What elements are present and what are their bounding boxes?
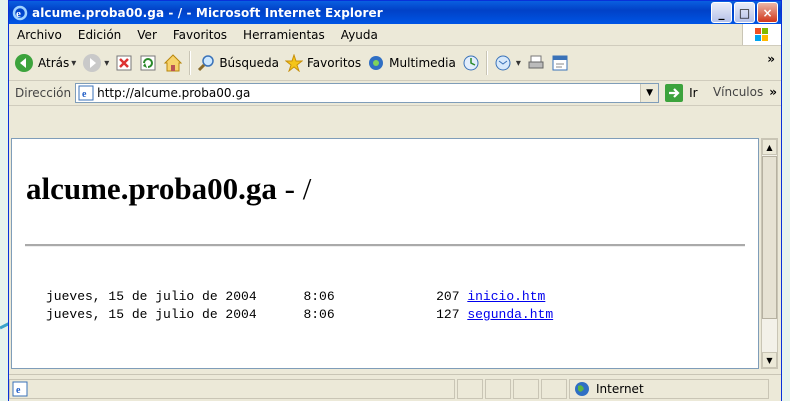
list-item: jueves, 15 de julio de 2004 8:06 207 ini… [46, 289, 553, 307]
svg-text:e: e [82, 89, 87, 100]
maximize-button[interactable]: □ [734, 2, 755, 23]
chevron-down-icon[interactable]: ▾ [516, 58, 521, 69]
search-label: Búsqueda [219, 56, 279, 70]
file-time: 8:06 [303, 307, 335, 322]
refresh-icon [140, 55, 156, 71]
media-label: Multimedia [389, 56, 456, 70]
file-size: 127 [436, 307, 460, 322]
toolbar-separator [485, 51, 488, 75]
print-button[interactable] [524, 48, 548, 78]
menu-herramientas[interactable]: Herramientas [235, 28, 333, 42]
menu-favoritos[interactable]: Favoritos [165, 28, 235, 42]
browser-window: e alcume.proba00.ga - / - Microsoft Inte… [8, 0, 782, 401]
standard-toolbar: Atrás ▾ ▾ Búsqueda Favoritos Multimedia … [9, 46, 781, 81]
home-icon [164, 54, 183, 72]
history-button[interactable] [459, 48, 483, 78]
status-pane [513, 379, 539, 399]
heading-path: - / [276, 171, 312, 206]
back-label: Atrás [38, 56, 70, 70]
forward-button[interactable]: ▾ [79, 48, 112, 78]
address-dropdown-icon[interactable]: ▼ [640, 84, 659, 102]
page-icon: e [78, 85, 94, 101]
toolbar-overflow-button[interactable]: » [767, 52, 775, 66]
page-content: alcume.proba00.ga - / jueves, 15 de juli… [11, 138, 759, 369]
file-date: jueves, 15 de julio de 2004 [46, 307, 257, 322]
svg-text:e: e [16, 8, 21, 20]
links-label: Vínculos [712, 85, 764, 99]
ie-logo-icon: e [12, 5, 28, 20]
status-pane [457, 379, 483, 399]
file-listing: jueves, 15 de julio de 2004 8:06 207 ini… [46, 289, 553, 325]
back-button[interactable]: Atrás ▾ [11, 48, 79, 78]
edit-page-icon [552, 55, 568, 71]
list-item: jueves, 15 de julio de 2004 8:06 127 seg… [46, 307, 553, 325]
stop-icon [116, 55, 132, 71]
forward-arrow-icon [83, 54, 102, 72]
stop-button[interactable] [112, 48, 136, 78]
star-icon [284, 54, 303, 72]
toolbar-separator [189, 51, 192, 75]
go-label: Ir [689, 86, 698, 100]
window-title: alcume.proba00.ga - / - Microsoft Intern… [32, 5, 383, 20]
favorites-label: Favoritos [306, 56, 362, 70]
mail-icon [495, 55, 511, 71]
edit-button[interactable] [548, 48, 572, 78]
menu-ayuda[interactable]: Ayuda [333, 28, 386, 42]
media-icon [369, 56, 384, 70]
menu-ver[interactable]: Ver [129, 28, 165, 42]
minimize-button[interactable]: _ [711, 2, 732, 23]
chevron-down-icon[interactable]: ▾ [104, 58, 109, 69]
file-link[interactable]: inicio.htm [467, 289, 545, 304]
scroll-thumb[interactable] [762, 156, 777, 319]
horizontal-rule [25, 244, 745, 247]
go-button[interactable]: Ir [664, 83, 698, 103]
links-button[interactable]: Vínculos » [713, 85, 777, 99]
chevron-down-icon[interactable]: ▾ [71, 58, 76, 69]
mail-button[interactable]: ▾ [491, 48, 524, 78]
scroll-up-icon[interactable]: ▲ [762, 139, 777, 155]
printer-icon [528, 55, 544, 69]
home-button[interactable] [160, 48, 186, 78]
status-pane [485, 379, 511, 399]
status-pane [541, 379, 567, 399]
security-zone: Internet [596, 382, 644, 396]
heading-host: alcume.proba00.ga [26, 171, 277, 206]
status-bar: e Internet [9, 374, 781, 401]
search-button[interactable]: Búsqueda [194, 48, 282, 78]
menu-archivo[interactable]: Archivo [9, 28, 70, 42]
page-status-icon: e [12, 381, 28, 397]
address-url: http://alcume.proba00.ga [97, 86, 251, 100]
back-arrow-icon [15, 54, 33, 72]
zone-pane: Internet [569, 379, 769, 399]
menu-edicion[interactable]: Edición [70, 28, 129, 42]
file-time: 8:06 [303, 289, 335, 304]
menu-bar: Archivo Edición Ver Favoritos Herramient… [9, 24, 781, 46]
scroll-down-icon[interactable]: ▼ [762, 352, 777, 368]
windows-logo-icon [742, 24, 781, 45]
refresh-button[interactable] [136, 48, 160, 78]
history-icon [463, 55, 479, 71]
close-button[interactable]: × [757, 2, 778, 23]
links-overflow: » [769, 85, 777, 99]
address-bar: Dirección e http://alcume.proba00.ga ▼ I… [9, 81, 781, 106]
globe-icon [575, 382, 589, 396]
svg-text:e: e [16, 385, 21, 396]
address-label: Dirección [15, 86, 72, 100]
page-heading: alcume.proba00.ga - / [26, 171, 311, 207]
media-button[interactable]: Multimedia [364, 48, 459, 78]
go-arrow-icon [665, 84, 684, 102]
status-text-pane: e [9, 379, 455, 399]
search-icon [198, 55, 215, 72]
favorites-button[interactable]: Favoritos [282, 48, 364, 78]
title-bar: e alcume.proba00.ga - / - Microsoft Inte… [9, 1, 781, 24]
file-date: jueves, 15 de julio de 2004 [46, 289, 257, 304]
file-link[interactable]: segunda.htm [467, 307, 553, 322]
file-size: 207 [436, 289, 460, 304]
vertical-scrollbar[interactable]: ▲ ▼ [761, 138, 778, 369]
address-input[interactable]: e http://alcume.proba00.ga ▼ [75, 83, 660, 103]
